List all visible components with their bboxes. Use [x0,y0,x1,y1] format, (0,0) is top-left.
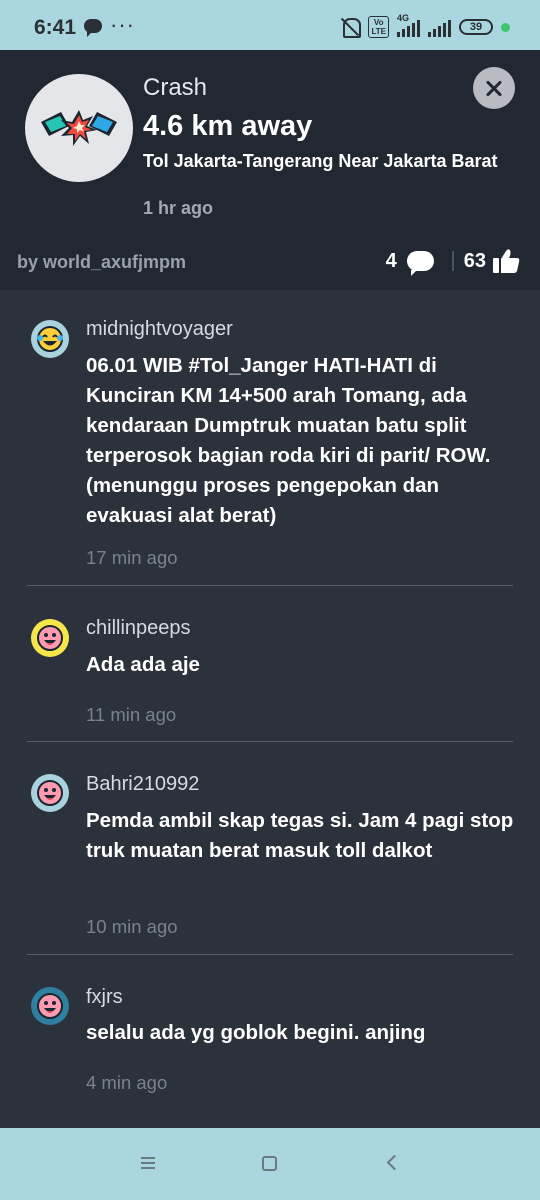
crash-icon [25,74,133,182]
recent-apps-icon[interactable] [141,1157,155,1169]
comments-list[interactable]: midnightvoyager 06.01 WIB #Tol_Janger HA… [0,290,540,1128]
comment-time: 4 min ago [86,1072,168,1093]
signal-icon [428,17,451,37]
close-button[interactable] [473,67,515,109]
status-time: 6:41 [34,16,77,39]
online-dot-icon [501,22,510,32]
alert-stats: 4 63 [385,248,520,276]
more-notifications-icon: ··· [110,12,135,37]
comment-count: 4 [385,249,397,272]
comment-time: 10 min ago [86,916,178,937]
alert-time: 1 hr ago [143,198,214,218]
alert-distance: 4.6 km away [143,110,313,142]
comment-text: Pemda ambil skap tegas si. Jam 4 pagi st… [86,809,514,862]
thanks-count: 63 [463,249,486,272]
comment-username[interactable]: midnightvoyager [86,318,233,341]
status-bar: 6:41 ··· Vo LTE 4G 39 [0,0,540,50]
alert-reporter[interactable]: by world_axufjmpm [17,252,186,273]
navigation-bar [0,1128,540,1200]
avatar [31,774,69,812]
signal-4g-icon: 4G [397,13,420,37]
volte-icon: Vo LTE [368,16,389,38]
home-icon[interactable] [262,1156,277,1171]
avatar [31,320,69,358]
alert-location: Tol Jakarta-Tangerang Near Jakarta Barat [143,151,498,171]
avatar [31,619,69,657]
battery-icon: 39 [459,19,493,35]
thumbs-up-icon[interactable] [492,248,520,274]
comment-text: Ada ada aje [86,653,200,676]
mute-icon [340,17,362,38]
comment-time: 11 min ago [86,704,177,725]
comment-username[interactable]: fxjrs [86,986,123,1009]
comment-bubble-icon[interactable] [406,251,434,276]
comment-text: selalu ada yg goblok begini. anjing [86,1021,426,1044]
divider [27,585,513,586]
alert-type: Crash [143,74,208,101]
divider [27,954,513,955]
alert-header: Crash 4.6 km away Tol Jakarta-Tangerang … [0,50,540,290]
avatar [31,987,69,1025]
chat-notification-icon [84,19,102,37]
comment-username[interactable]: chillinpeeps [86,617,191,640]
comment-username[interactable]: Bahri210992 [86,773,199,796]
comment-time: 17 min ago [86,547,178,568]
comment-text: 06.01 WIB #Tol_Janger HATI-HATI di Kunci… [86,354,491,527]
stats-divider [451,251,454,271]
divider [27,741,513,742]
back-icon[interactable] [386,1154,403,1171]
